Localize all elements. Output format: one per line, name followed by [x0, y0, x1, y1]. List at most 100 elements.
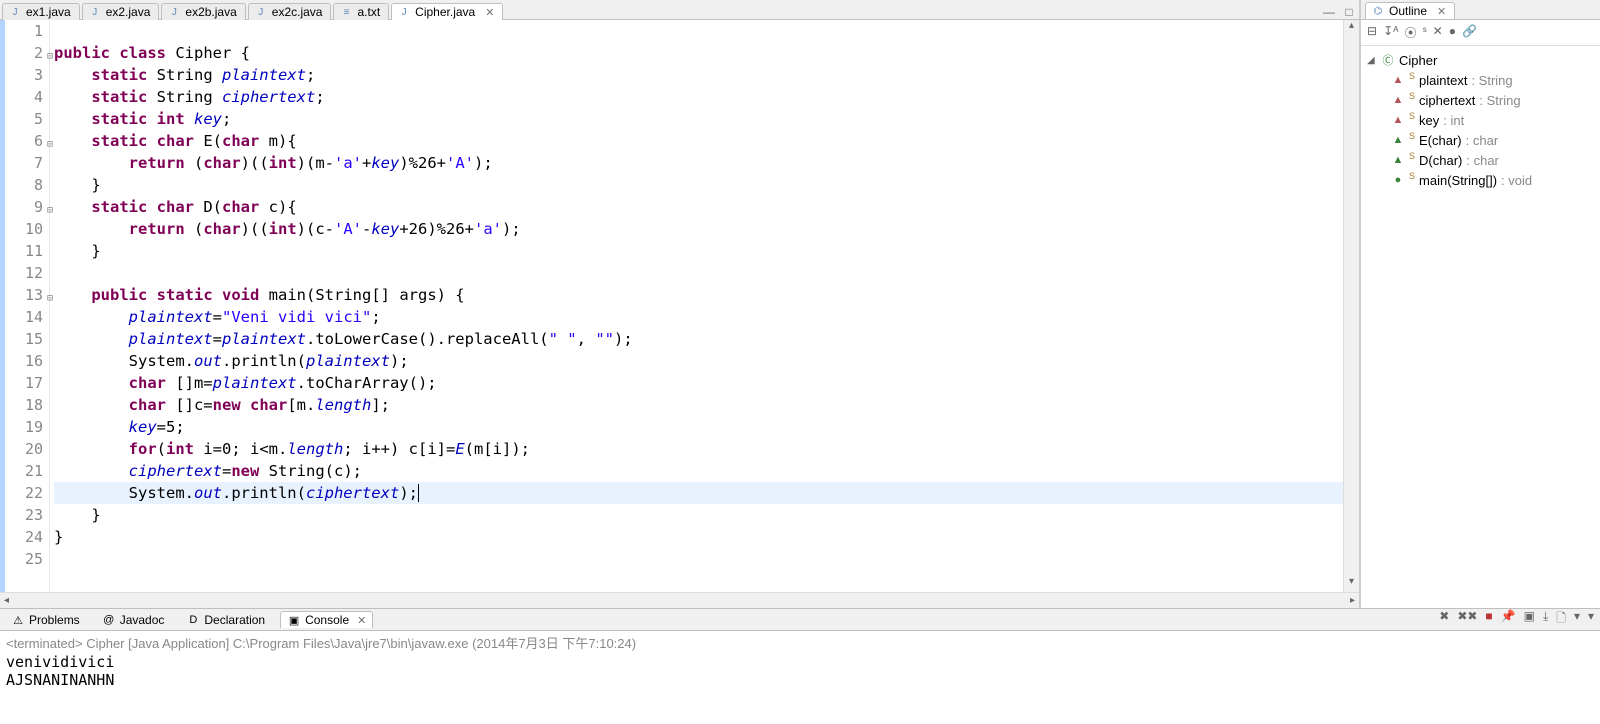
code-line[interactable]: return (char)((int)(c-'A'-key+26)%26+'a'… [54, 218, 1343, 240]
outline-item-main-string-[interactable]: ●Smain(String[]) : void [1363, 170, 1598, 190]
code-line[interactable]: static String plaintext; [54, 64, 1343, 86]
file-icon: J [167, 5, 181, 19]
pin-icon[interactable]: 📌 [1499, 609, 1518, 630]
outline-item-label: E(char) [1419, 133, 1462, 148]
code-line[interactable]: static String ciphertext; [54, 86, 1343, 108]
tab-outline[interactable]: ⌬ Outline ✕ [1365, 2, 1455, 19]
bottom-tab-declaration[interactable]: DDeclaration [179, 611, 272, 628]
editor-tabbar: Jex1.javaJex2.javaJex2b.javaJex2c.java≡a… [0, 0, 1359, 20]
display-icon[interactable]: ▣ [1522, 609, 1537, 630]
scroll-right-icon[interactable]: ▸ [1350, 595, 1355, 606]
outline-item-label: main(String[]) [1419, 173, 1497, 188]
editor-tab-ex2c-java[interactable]: Jex2c.java [248, 3, 332, 20]
close-icon[interactable]: ✕ [485, 6, 494, 19]
code-line[interactable]: System.out.println(plaintext); [54, 350, 1343, 372]
code-area[interactable]: public class Cipher { static String plai… [50, 20, 1343, 592]
outline-tabbar: ⌬ Outline ✕ [1361, 0, 1600, 20]
scroll-left-icon[interactable]: ◂ [4, 595, 9, 606]
code-line[interactable]: } [54, 526, 1343, 548]
code-line[interactable]: } [54, 174, 1343, 196]
filter-public-icon[interactable]: ✕ [1433, 24, 1443, 41]
remove-launch-icon[interactable]: ✖ [1437, 609, 1451, 630]
outline-icon: ⌬ [1371, 4, 1385, 18]
filter-local-icon[interactable]: ● [1449, 24, 1456, 41]
scroll-down-icon[interactable]: ▾ [1344, 576, 1359, 592]
scroll-up-icon[interactable]: ▴ [1344, 20, 1359, 36]
bottom-tab-console[interactable]: ▣Console✕ [280, 611, 373, 628]
outline-item-plaintext[interactable]: ▲Splaintext : String [1363, 70, 1598, 90]
code-line[interactable]: ciphertext=new String(c); [54, 460, 1343, 482]
horizontal-scrollbar[interactable]: ◂ ▸ [0, 592, 1359, 608]
static-marker: S [1409, 131, 1415, 141]
outline-class-node[interactable]: ◢ⒸCipher [1363, 50, 1598, 70]
outline-tab-label: Outline [1389, 4, 1427, 18]
class-icon: Ⓒ [1381, 53, 1395, 67]
minimize-icon[interactable]: — [1319, 5, 1339, 19]
close-icon[interactable]: ✕ [357, 614, 366, 627]
file-icon: J [254, 5, 268, 19]
code-line[interactable]: return (char)((int)(m-'a'+key)%26+'A'); [54, 152, 1343, 174]
code-line[interactable]: char []c=new char[m.length]; [54, 394, 1343, 416]
editor-tab-label: ex2b.java [185, 5, 236, 19]
close-icon[interactable]: ✕ [1437, 5, 1446, 18]
code-line[interactable]: } [54, 504, 1343, 526]
editor-tab-label: ex2.java [106, 5, 151, 19]
code-line[interactable] [54, 548, 1343, 570]
code-line[interactable]: static int key; [54, 108, 1343, 130]
outline-item-type: : void [1501, 173, 1532, 188]
code-line[interactable]: System.out.println(ciphertext); [54, 482, 1343, 504]
vertical-scrollbar[interactable]: ▴ ▾ [1343, 20, 1359, 592]
remove-all-icon[interactable]: ✖✖ [1455, 609, 1479, 630]
clear-console-icon[interactable]: 🗋 [1554, 609, 1568, 630]
static-marker: S [1409, 71, 1415, 81]
filter-fields-icon[interactable]: ⦿ [1405, 24, 1417, 41]
console-body[interactable]: <terminated> Cipher [Java Application] C… [0, 631, 1600, 724]
editor-tab-ex2-java[interactable]: Jex2.java [82, 3, 160, 20]
code-line[interactable]: plaintext="Veni vidi vici"; [54, 306, 1343, 328]
bottom-tab-label: Javadoc [120, 613, 165, 627]
code-line[interactable]: plaintext=plaintext.toLowerCase().replac… [54, 328, 1343, 350]
outline-item-d-char-[interactable]: ▲SD(char) : char [1363, 150, 1598, 170]
line-gutter: 12⊟3456⊟789⊟10111213⊟1415161718192021222… [8, 20, 50, 592]
bottom-tab-javadoc[interactable]: @ Javadoc [95, 611, 172, 628]
editor-tab-cipher-java[interactable]: JCipher.java✕ [391, 3, 503, 20]
code-line[interactable] [54, 20, 1343, 42]
bottom-tab-problems[interactable]: ⚠Problems [4, 611, 87, 628]
outline-item-ciphertext[interactable]: ▲Sciphertext : String [1363, 90, 1598, 110]
editor-body: 12⊟3456⊟789⊟10111213⊟1415161718192021222… [0, 20, 1359, 592]
code-line[interactable]: static char D(char c){ [54, 196, 1343, 218]
code-line[interactable]: for(int i=0; i<m.length; i++) c[i]=E(m[i… [54, 438, 1343, 460]
outline-item-label: key [1419, 113, 1439, 128]
outline-item-e-char-[interactable]: ▲SE(char) : char [1363, 130, 1598, 150]
outline-item-key[interactable]: ▲Skey : int [1363, 110, 1598, 130]
editor-tab-a-txt[interactable]: ≡a.txt [333, 3, 389, 20]
terminate-icon[interactable]: ■ [1483, 609, 1494, 630]
scroll-lock-icon[interactable]: ⤓ [1541, 609, 1550, 630]
filter-static-icon[interactable]: ˢ [1423, 24, 1427, 41]
editor-pane: Jex1.javaJex2.javaJex2b.javaJex2c.java≡a… [0, 0, 1360, 608]
outline-item-label: plaintext [1419, 73, 1467, 88]
code-line[interactable] [54, 262, 1343, 284]
maximize-icon[interactable]: □ [1339, 5, 1359, 19]
focus-icon[interactable]: ⊟ [1367, 24, 1377, 41]
link-icon[interactable]: 🔗 [1462, 24, 1477, 41]
new-console-icon[interactable]: ▾ [1586, 609, 1596, 630]
editor-tab-label: Cipher.java [415, 5, 475, 19]
bottom-tab-label: Console [305, 613, 349, 627]
static-marker: S [1409, 171, 1415, 181]
sort-icon[interactable]: ↧ᴬ [1383, 24, 1399, 41]
open-console-icon[interactable]: ▾ [1572, 609, 1582, 630]
code-line[interactable]: static char E(char m){ [54, 130, 1343, 152]
code-line[interactable]: } [54, 240, 1343, 262]
javadoc-icon: @ [102, 613, 116, 627]
code-line[interactable]: char []m=plaintext.toCharArray(); [54, 372, 1343, 394]
console-header: <terminated> Cipher [Java Application] C… [6, 633, 1594, 653]
outline-item-type: : String [1471, 73, 1512, 88]
editor-tab-ex2b-java[interactable]: Jex2b.java [161, 3, 245, 20]
outline-tree[interactable]: ◢ⒸCipher▲Splaintext : String▲Sciphertext… [1361, 46, 1600, 608]
code-line[interactable]: key=5; [54, 416, 1343, 438]
code-line[interactable]: public class Cipher { [54, 42, 1343, 64]
console-line: AJSNANINANHN [6, 671, 1594, 689]
code-line[interactable]: public static void main(String[] args) { [54, 284, 1343, 306]
editor-tab-ex1-java[interactable]: Jex1.java [2, 3, 80, 20]
